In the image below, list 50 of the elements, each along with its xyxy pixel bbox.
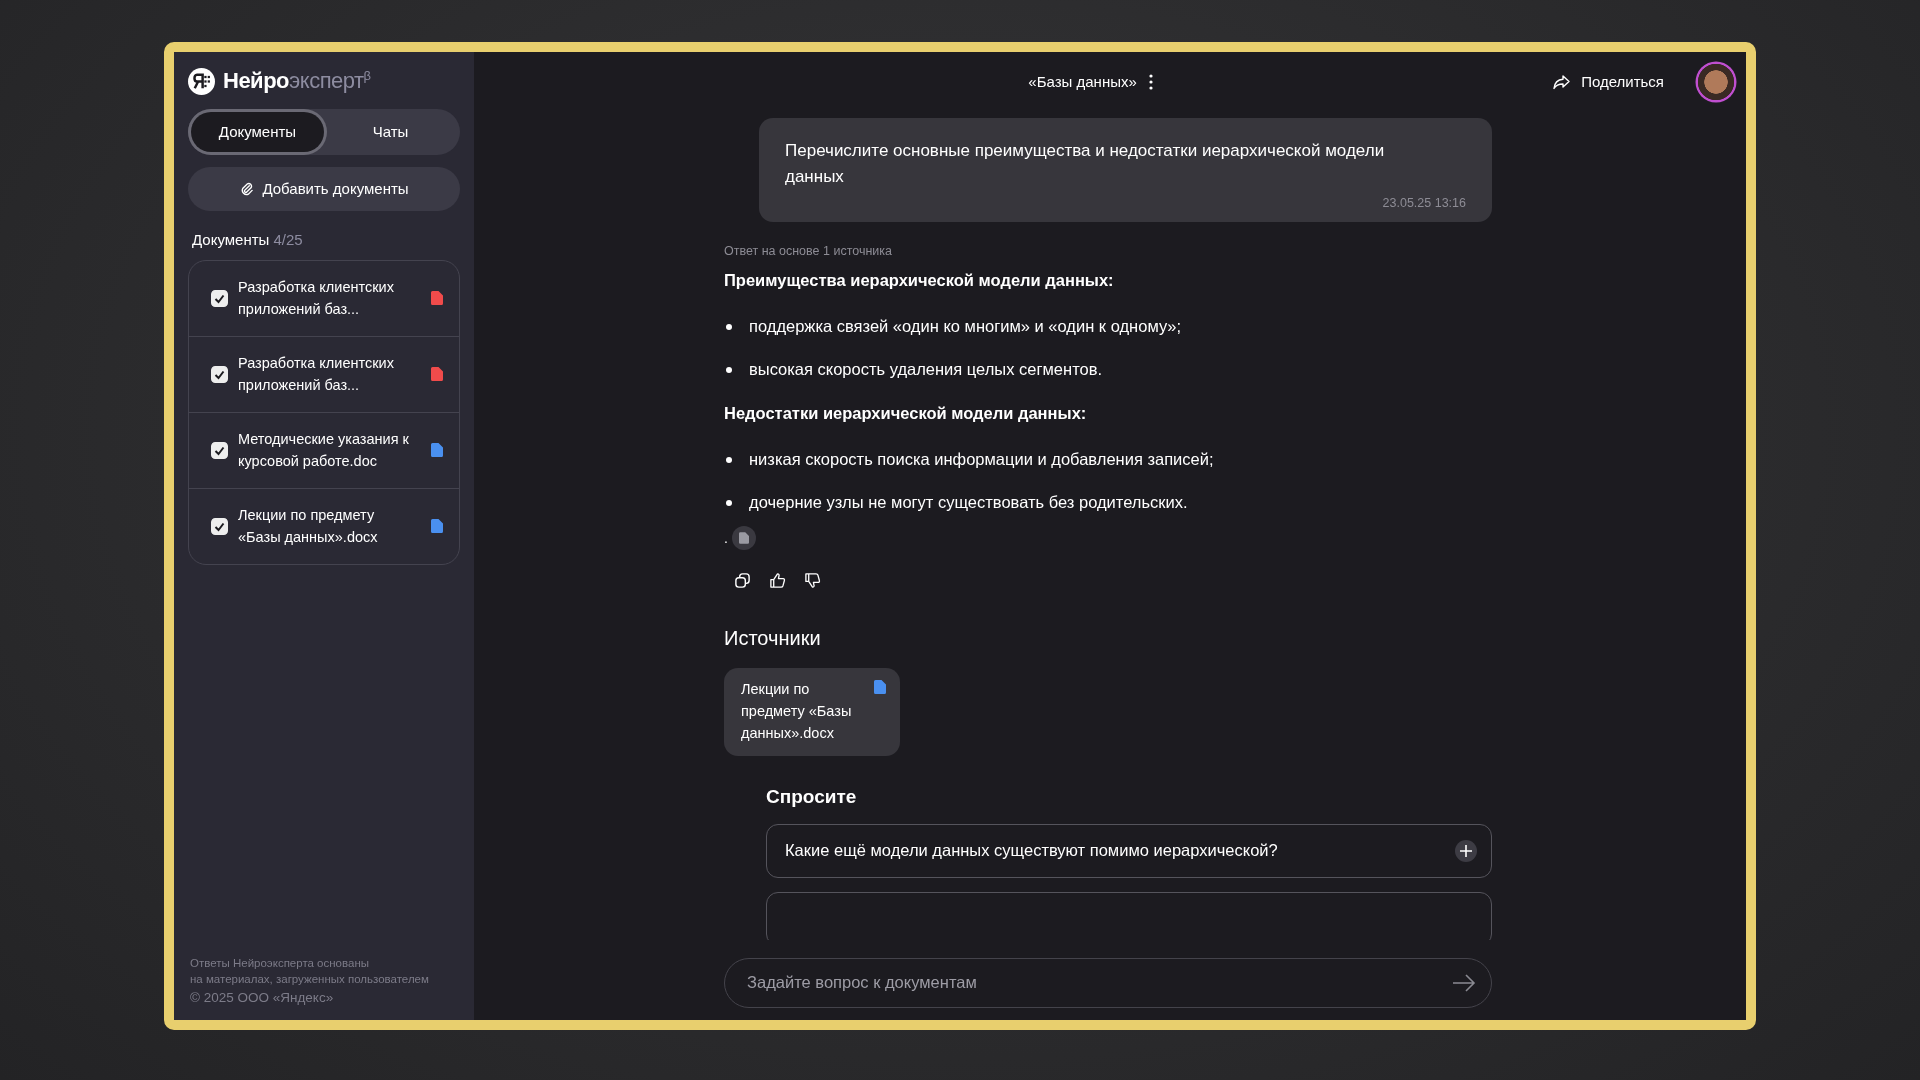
file-icon xyxy=(738,531,749,544)
tab[interactable]: Чаты xyxy=(324,111,457,152)
footer-text: на материалах, загруженных пользователем xyxy=(190,971,430,987)
documents-count: 4/25 xyxy=(273,230,303,248)
question-input[interactable]: Задайте вопрос к документам xyxy=(724,957,1492,1008)
checkbox[interactable] xyxy=(211,289,228,307)
bullet-icon xyxy=(726,366,732,373)
message-time: 23.05.25 13:16 xyxy=(1382,195,1466,210)
tab[interactable]: Документы xyxy=(191,111,324,152)
footer-text: Ответы Нейроэксперта основаны xyxy=(190,955,370,971)
citation-button[interactable] xyxy=(731,525,756,550)
document-name[interactable]: Методические указания к курсовой работе.doc xyxy=(238,428,410,472)
answer-item: дочерние узлы не могут существовать без родительских. xyxy=(749,493,1188,512)
bullet-icon xyxy=(726,499,732,506)
share-icon xyxy=(1553,73,1572,90)
thumbs-down-icon[interactable] xyxy=(804,571,821,589)
question-text: Перечислите основные преимущества и недостатки иерархической модели данных xyxy=(785,139,1386,188)
answer-heading: Преимущества иерархической модели данных: xyxy=(724,270,1115,290)
brand-name: Нейроэксперт$^{β}$ xyxy=(223,67,371,95)
plus-icon xyxy=(1455,839,1477,862)
thumbs-up-icon[interactable] xyxy=(769,571,786,589)
paperclip-icon xyxy=(239,181,255,196)
send-arrow-icon[interactable] xyxy=(1452,973,1476,992)
sources-title: Источники xyxy=(724,626,822,650)
checkbox[interactable] xyxy=(211,441,228,459)
answer-item: высокая скорость удаления целых сегментов. xyxy=(749,360,1103,379)
citation-dot: . xyxy=(724,529,728,546)
source-note: Ответ на основе 1 источника xyxy=(724,243,893,258)
document-name[interactable]: Разработка клиентских приложений баз... xyxy=(238,276,410,320)
source-card[interactable]: Лекции по предмету «Базы данных».docx xyxy=(724,667,900,756)
footer-text: © 2025 ООО «Яндекс» xyxy=(190,989,335,1006)
checkbox[interactable] xyxy=(211,365,228,383)
avatar[interactable] xyxy=(1698,63,1734,100)
copy-icon[interactable] xyxy=(734,571,751,589)
answer-item: низкая скорость поиска информации и добавления записей; xyxy=(749,450,1214,469)
checkbox[interactable] xyxy=(211,517,228,535)
bullet-icon xyxy=(726,456,732,463)
more-icon[interactable] xyxy=(1148,73,1153,90)
add-documents-button[interactable]: Добавить документы xyxy=(188,166,460,211)
answer-item: поддержка связей «один ко многим» и «один к одному»; xyxy=(749,317,1182,336)
answer-heading: Недостатки иерархической модели данных: xyxy=(724,403,1088,423)
chat-title: «Базы данных» xyxy=(1028,73,1137,90)
suggestions-title: Спросите xyxy=(766,785,858,808)
logo-icon xyxy=(188,67,215,95)
share-button[interactable]: Поделиться xyxy=(1547,72,1670,91)
documents-label: Документы xyxy=(192,230,270,248)
suggestion-card[interactable]: Какие ещё модели данных существуют помимо иерархической? xyxy=(766,823,1492,878)
document-name[interactable]: Разработка клиентских приложений баз... xyxy=(238,352,410,396)
document-name[interactable]: Лекции по предмету «Базы данных».docx xyxy=(238,504,410,548)
bullet-icon xyxy=(726,323,732,330)
